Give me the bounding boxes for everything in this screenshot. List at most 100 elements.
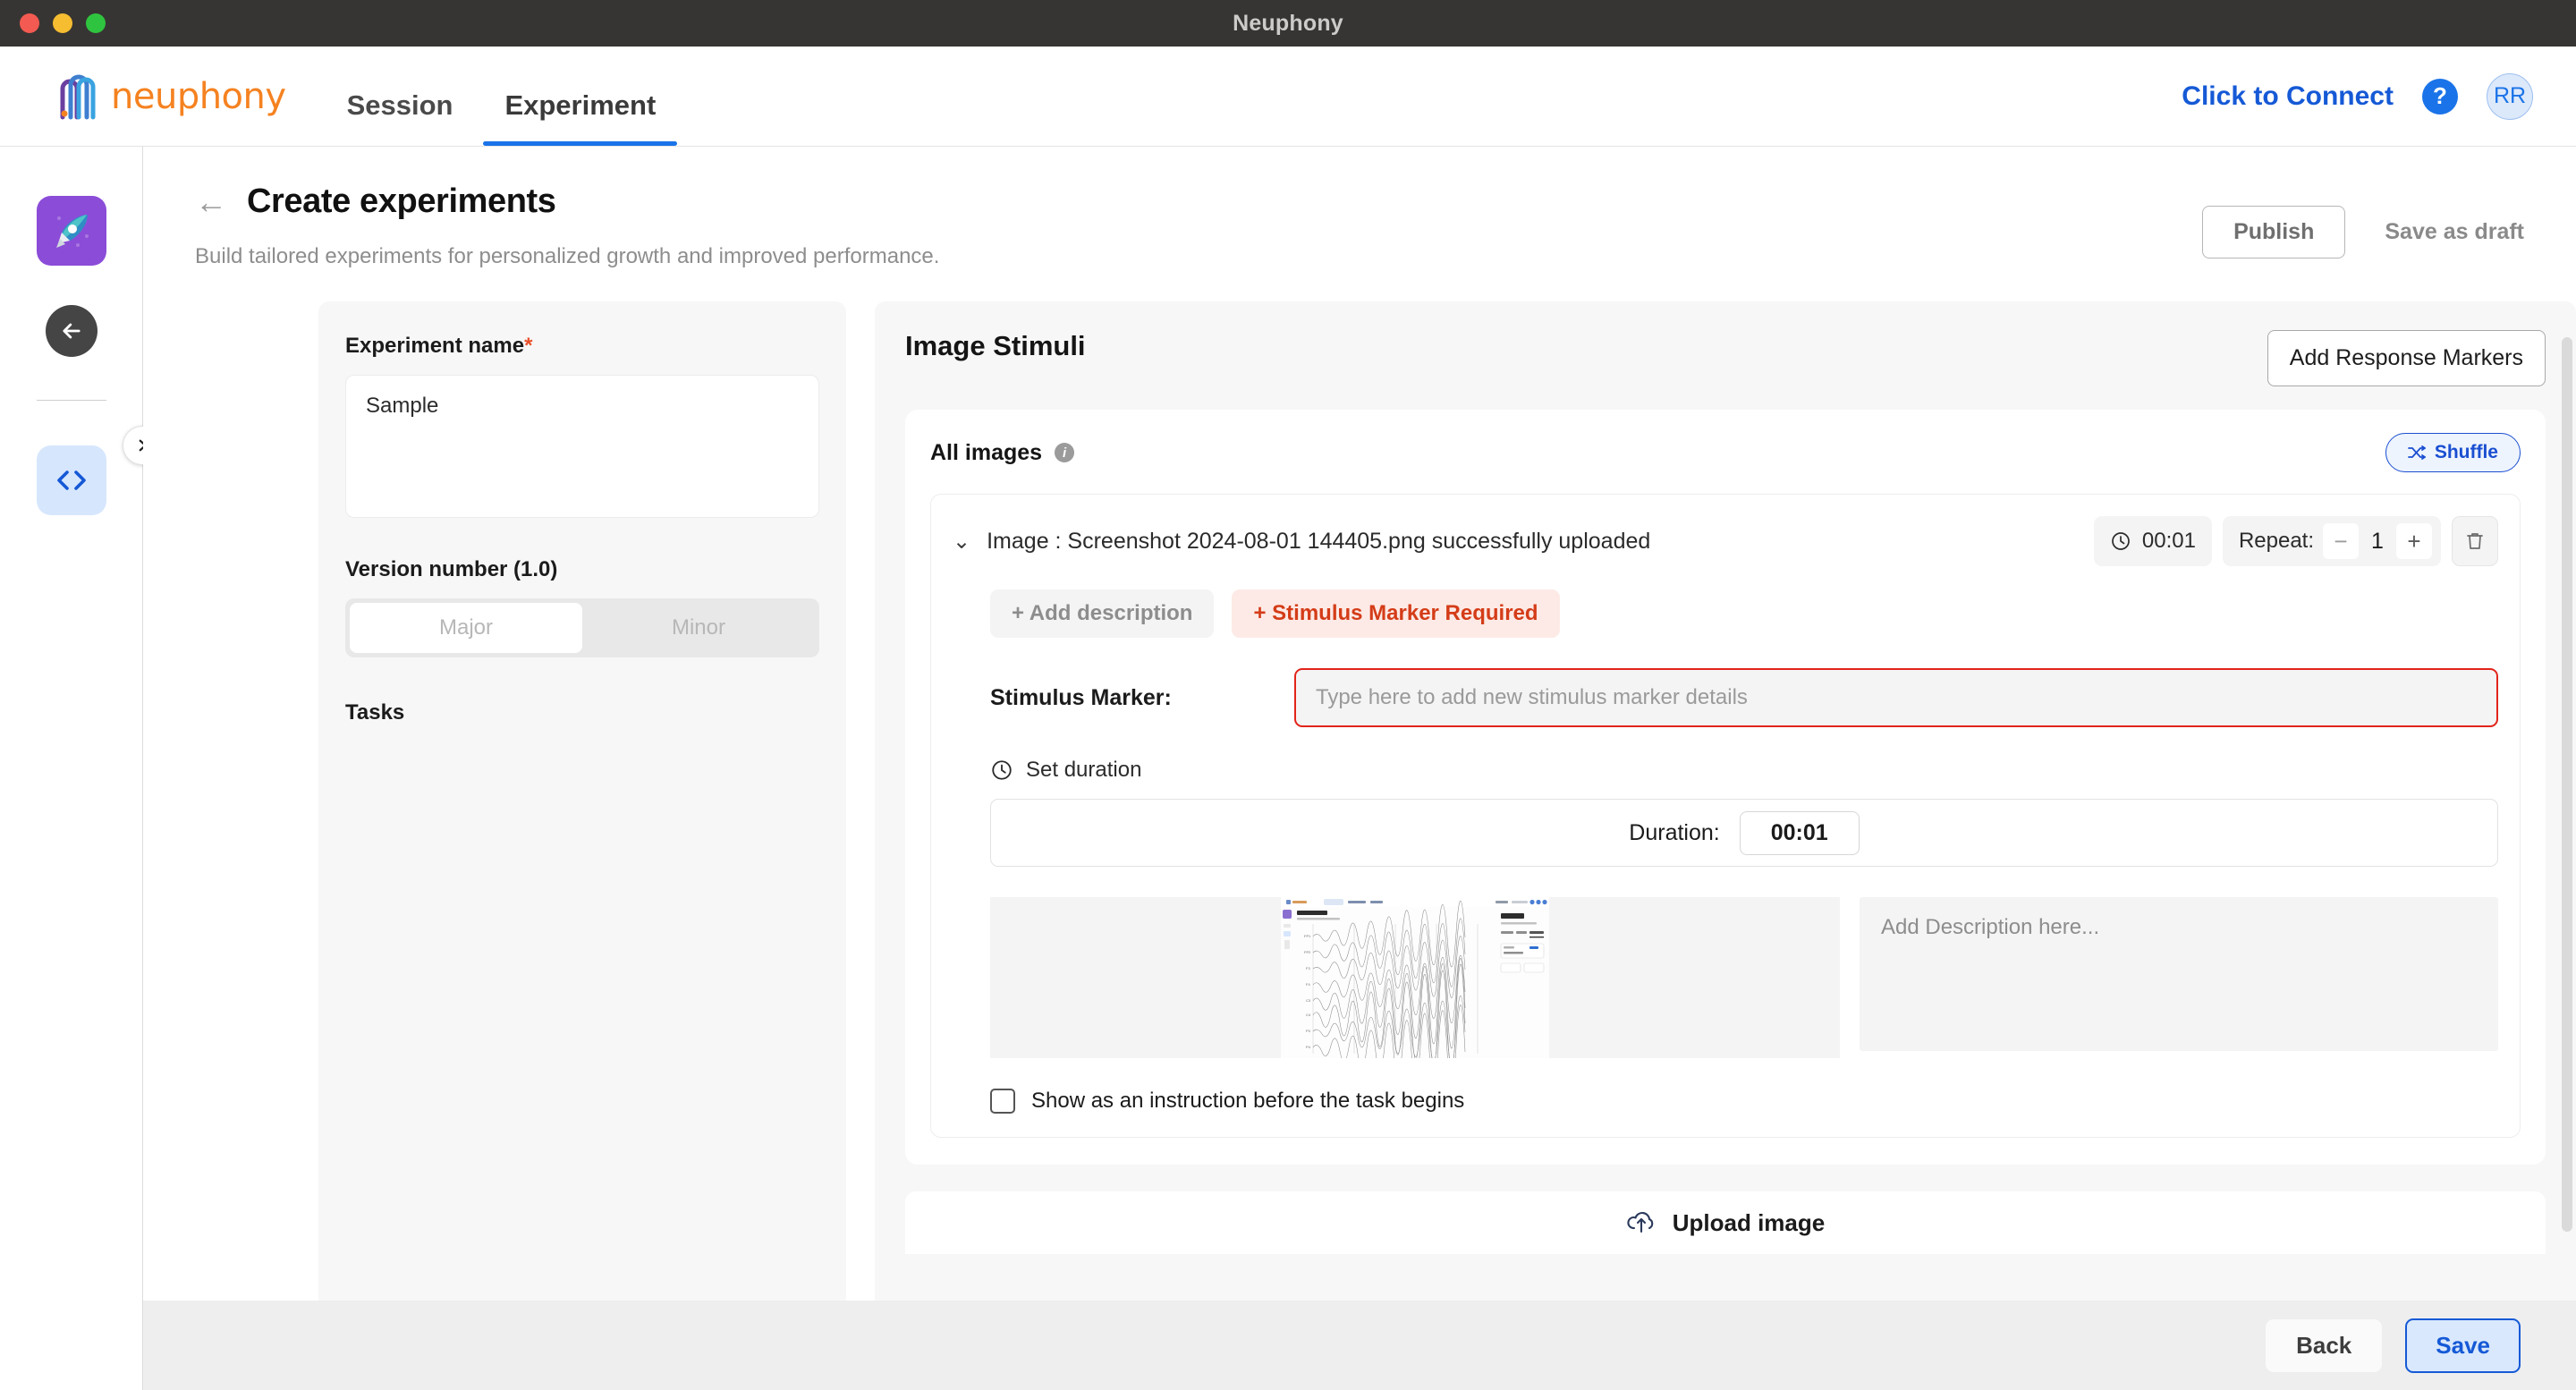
image-thumbnail[interactable]: FP1 FP2 F3 F4 C3 C4 P3 P4 bbox=[990, 897, 1840, 1058]
page-title: Create experiments bbox=[247, 182, 556, 220]
rocket-icon bbox=[55, 215, 89, 248]
maximize-window-button[interactable] bbox=[86, 13, 106, 33]
eeg-screenshot-thumbnail: FP1 FP2 F3 F4 C3 C4 P3 P4 bbox=[1281, 897, 1549, 1058]
version-segment-major[interactable]: Major bbox=[350, 603, 582, 653]
left-rail bbox=[0, 147, 162, 1390]
version-segmented-control: Major Minor bbox=[345, 598, 819, 657]
repeat-stepper: Repeat: − 1 + bbox=[2222, 516, 2441, 566]
experiment-name-label: Experiment name* bbox=[345, 334, 819, 359]
close-window-button[interactable] bbox=[20, 13, 39, 33]
upload-image-label: Upload image bbox=[1672, 1208, 1826, 1236]
duration-label: Duration: bbox=[1629, 819, 1720, 845]
repeat-increment-button[interactable]: + bbox=[2396, 523, 2432, 559]
set-duration-label: Set duration bbox=[1026, 758, 1142, 782]
repeat-decrement-button[interactable]: − bbox=[2323, 523, 2359, 559]
chevron-down-icon[interactable]: ⌄ bbox=[953, 529, 970, 555]
stimulus-marker-row: Stimulus Marker: Type here to add new st… bbox=[990, 668, 2498, 727]
neuphony-logo-icon bbox=[60, 74, 96, 119]
tasks-label: Tasks bbox=[345, 700, 405, 725]
stimulus-chips: + Add description + Stimulus Marker Requ… bbox=[990, 589, 2498, 638]
window-titlebar: Neuphony bbox=[0, 0, 2576, 47]
stimulus-marker-input[interactable]: Type here to add new stimulus marker det… bbox=[1294, 668, 2498, 727]
rail-divider bbox=[36, 400, 106, 401]
preview-row: FP1 FP2 F3 F4 C3 C4 P3 P4 Add Descriptio… bbox=[990, 897, 2498, 1058]
stimulus-time-value: 00:01 bbox=[2141, 529, 2196, 553]
publish-button[interactable]: Publish bbox=[2202, 206, 2346, 259]
svg-text:F3: F3 bbox=[1306, 966, 1310, 970]
page-actions: Publish Save as draft bbox=[2202, 206, 2524, 259]
experiment-name-input[interactable]: Sample bbox=[345, 375, 819, 518]
clock-icon bbox=[2112, 532, 2130, 550]
window-title: Neuphony bbox=[1233, 10, 1343, 36]
minimize-window-button[interactable] bbox=[53, 13, 72, 33]
delete-stimulus-button[interactable] bbox=[2452, 516, 2498, 566]
required-asterisk: * bbox=[524, 334, 533, 358]
app-body: ← Create experiments Build tailored expe… bbox=[0, 147, 2576, 1390]
duration-input[interactable]: 00:01 bbox=[1739, 810, 1860, 855]
all-images-row: All images i Shuffle bbox=[930, 433, 2521, 472]
clock-icon bbox=[992, 760, 1012, 780]
svg-text:C3: C3 bbox=[1306, 998, 1311, 1003]
stimulus-item-header: ⌄ Image : Screenshot 2024-08-01 144405.p… bbox=[953, 516, 2498, 566]
shuffle-icon bbox=[2407, 445, 2426, 460]
arrow-left-icon bbox=[62, 323, 80, 339]
app-header: neuphony Session Experiment Click to Con… bbox=[0, 47, 2576, 147]
stimulus-marker-required-chip[interactable]: + Stimulus Marker Required bbox=[1232, 589, 1560, 638]
instruction-checkbox[interactable] bbox=[990, 1089, 1015, 1114]
svg-text:P3: P3 bbox=[1306, 1029, 1311, 1033]
main-content: ← Create experiments Build tailored expe… bbox=[143, 147, 2576, 1390]
info-icon[interactable]: i bbox=[1055, 443, 1075, 462]
set-duration-row: Set duration bbox=[990, 758, 2498, 783]
cloud-upload-icon bbox=[1627, 1211, 1653, 1233]
avatar[interactable]: RR bbox=[2487, 72, 2533, 120]
stimulus-item-controls: 00:01 Repeat: − 1 + bbox=[2093, 516, 2498, 566]
vertical-scrollbar[interactable] bbox=[2562, 337, 2572, 1232]
brand-name: neuphony bbox=[111, 75, 286, 117]
experiment-form-card: Experiment name* Sample Version number (… bbox=[318, 301, 846, 1390]
code-brackets-icon bbox=[56, 470, 86, 490]
experiment-name-label-text: Experiment name bbox=[345, 334, 525, 358]
stimulus-item-name: Image : Screenshot 2024-08-01 144405.png… bbox=[987, 528, 1651, 554]
title-row: ← Create experiments bbox=[195, 182, 2522, 221]
svg-text:F4: F4 bbox=[1306, 982, 1310, 987]
stimuli-header: Image Stimuli Add Response Markers bbox=[905, 330, 2546, 386]
svg-text:C4: C4 bbox=[1306, 1013, 1311, 1017]
stimulus-time-pill: 00:01 bbox=[2093, 516, 2212, 566]
page-back-icon[interactable]: ← bbox=[195, 185, 227, 218]
brand-logo[interactable]: neuphony bbox=[0, 72, 286, 121]
save-as-draft-button[interactable]: Save as draft bbox=[2385, 219, 2524, 245]
save-button[interactable]: Save bbox=[2405, 1318, 2521, 1373]
add-response-markers-button[interactable]: Add Response Markers bbox=[2267, 330, 2546, 386]
shuffle-label: Shuffle bbox=[2434, 442, 2498, 462]
rocket-tile[interactable] bbox=[36, 196, 106, 266]
stimulus-marker-label: Stimulus Marker: bbox=[990, 684, 1172, 710]
code-tile[interactable] bbox=[36, 445, 106, 515]
all-images-label: All images bbox=[930, 439, 1043, 465]
svg-text:P4: P4 bbox=[1306, 1045, 1311, 1049]
rail-back-button[interactable] bbox=[45, 305, 97, 357]
help-icon[interactable]: ? bbox=[2422, 78, 2458, 114]
nav-item-session[interactable]: Session bbox=[345, 91, 455, 146]
primary-nav: Session Experiment bbox=[345, 47, 678, 146]
click-to-connect-link[interactable]: Click to Connect bbox=[2182, 81, 2394, 112]
version-number-label: Version number (1.0) bbox=[345, 557, 558, 581]
shuffle-button[interactable]: Shuffle bbox=[2385, 433, 2521, 472]
header-actions: Click to Connect ? RR bbox=[2182, 72, 2576, 120]
duration-box: Duration: 00:01 bbox=[990, 799, 2498, 867]
add-description-chip[interactable]: + Add description bbox=[990, 589, 1215, 638]
repeat-value: 1 bbox=[2371, 528, 2384, 554]
nav-item-experiment[interactable]: Experiment bbox=[483, 91, 678, 146]
trash-icon bbox=[2467, 533, 2483, 549]
all-images-panel: All images i Shuffle ⌄ Image: Screensho… bbox=[905, 410, 2546, 1165]
repeat-label: Repeat: bbox=[2238, 529, 2314, 553]
image-stimuli-card: Image Stimuli Add Response Markers All i… bbox=[875, 301, 2576, 1390]
description-input[interactable]: Add Description here... bbox=[1860, 897, 2498, 1051]
footer-bar: Back Save bbox=[143, 1301, 2576, 1390]
svg-text:FP1: FP1 bbox=[1304, 934, 1311, 938]
traffic-lights bbox=[0, 13, 106, 33]
instruction-checkbox-label: Show as an instruction before the task b… bbox=[1031, 1089, 1465, 1113]
back-button[interactable]: Back bbox=[2266, 1318, 2383, 1372]
upload-image-button[interactable]: Upload image bbox=[905, 1191, 2546, 1254]
version-segment-minor[interactable]: Minor bbox=[582, 603, 815, 653]
instruction-checkbox-row: Show as an instruction before the task b… bbox=[990, 1089, 2498, 1114]
